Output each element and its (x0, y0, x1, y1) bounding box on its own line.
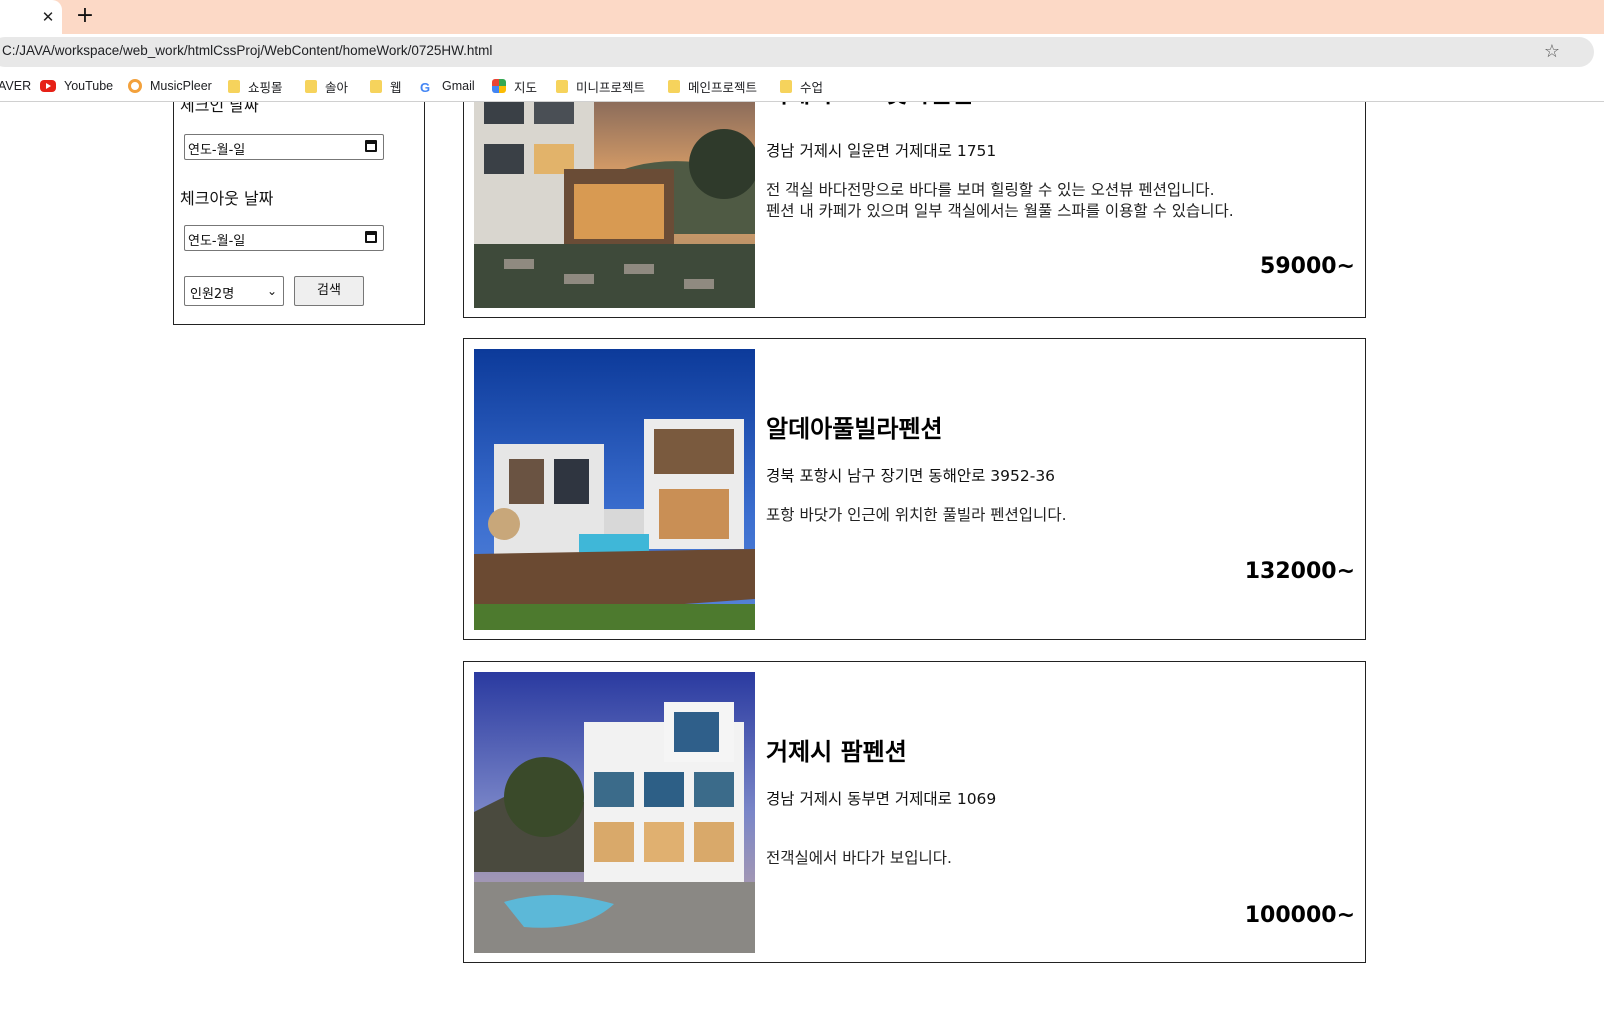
chevron-down-icon: ⌄ (266, 284, 277, 298)
listing-price: 100000~ (1244, 903, 1355, 928)
browser-toolbar: C:/JAVA/workspace/web_work/htmlCssProj/W… (0, 34, 1604, 70)
bookmark-mini-project[interactable]: 미니프로젝트 (556, 76, 645, 96)
checkin-date-value: 연도-월-일 (188, 143, 246, 158)
listing-description: 포항 바닷가 인근에 위치한 풀빌라 펜션입니다. (766, 505, 1067, 526)
checkout-label: 체크아웃 날짜 (180, 189, 274, 208)
pension-photo[interactable] (474, 349, 755, 630)
google-icon: G (420, 79, 431, 95)
bookmark-label: 쇼핑몰 (248, 80, 283, 95)
bookmark-web[interactable]: 웹 (370, 76, 402, 96)
listing-address: 경북 포항시 남구 장기면 동해안로 3952-36 (766, 467, 1056, 485)
listing-address: 경남 거제시 일운면 거제대로 1751 (766, 142, 997, 160)
bookmark-label: MusicPleer (150, 79, 212, 93)
listing-description: 전 객실 바다전망으로 바다를 보며 힐링할 수 있는 오션뷰 펜션입니다. 펜… (766, 180, 1234, 222)
listing-price: 132000~ (1244, 559, 1355, 584)
folder-icon (370, 79, 382, 93)
listing-card[interactable]: 알데아풀빌라펜션 경북 포항시 남구 장기면 동해안로 3952-36 포항 바… (463, 338, 1366, 640)
listing-description: 전객실에서 바다가 보입니다. (766, 848, 952, 869)
active-tab[interactable]: ✕ (0, 0, 62, 34)
folder-icon (228, 79, 240, 93)
checkout-date-input[interactable]: 연도-월-일 (184, 225, 384, 251)
calendar-icon[interactable] (365, 231, 377, 243)
pension-photo[interactable] (474, 672, 755, 953)
bookmarks-bar: AVER YouTube MusicPleer 쇼핑몰 솔아 웹 G Gmail… (0, 70, 1604, 102)
description-line: 전객실에서 바다가 보입니다. (766, 849, 952, 867)
bookmark-naver[interactable]: AVER (0, 76, 31, 96)
url-text[interactable]: C:/JAVA/workspace/web_work/htmlCssProj/W… (2, 43, 492, 58)
checkin-date-input[interactable]: 연도-월-일 (184, 134, 384, 160)
listing-card[interactable]: 거제시 포르젯시펜션 경남 거제시 일운면 거제대로 1751 전 객실 바다전… (463, 74, 1366, 318)
description-line: 포항 바닷가 인근에 위치한 풀빌라 펜션입니다. (766, 506, 1067, 524)
pension-photo-image (474, 349, 755, 630)
new-tab-button[interactable]: + (73, 5, 97, 29)
search-button[interactable]: 검색 (294, 276, 364, 306)
bookmark-class[interactable]: 수업 (780, 76, 823, 96)
calendar-icon[interactable] (365, 140, 377, 152)
bookmark-main-project[interactable]: 메인프로젝트 (668, 76, 757, 96)
tab-strip: ✕ + (0, 0, 1604, 34)
pension-photo-image (474, 672, 755, 953)
listing-title[interactable]: 알데아풀빌라펜션 (766, 409, 943, 444)
bookmark-sola[interactable]: 솔아 (305, 76, 348, 96)
pension-photo-image (474, 74, 755, 308)
bookmark-label: 웹 (390, 80, 402, 95)
listing-card[interactable]: 거제시 팜펜션 경남 거제시 동부면 거제대로 1069 전객실에서 바다가 보… (463, 661, 1366, 963)
folder-icon (780, 79, 792, 93)
bookmark-youtube[interactable]: YouTube (40, 76, 113, 96)
search-panel: 체크인 날짜 연도-월-일 체크아웃 날짜 연도-월-일 인원2명 ⌄ 검색 (173, 82, 425, 325)
description-line: 펜션 내 카페가 있으며 일부 객실에서는 월풀 스파를 이용할 수 있습니다. (766, 202, 1234, 220)
youtube-icon (40, 80, 56, 92)
bookmark-shopping[interactable]: 쇼핑몰 (228, 76, 283, 96)
bookmark-star-icon[interactable]: ☆ (1544, 41, 1560, 62)
folder-icon (556, 79, 568, 93)
bookmark-label: Gmail (442, 79, 475, 93)
listing-title[interactable]: 거제시 팜펜션 (766, 732, 907, 767)
close-tab-icon[interactable]: ✕ (38, 7, 58, 27)
bookmark-label: 솔아 (325, 80, 349, 95)
listing-price: 59000~ (1260, 254, 1355, 279)
folder-icon (668, 79, 680, 93)
bookmark-label: 미니프로젝트 (576, 80, 646, 95)
bookmark-label: 지도 (514, 80, 538, 95)
folder-icon (305, 79, 317, 93)
maps-icon (492, 79, 506, 93)
musicpleer-icon (128, 79, 142, 93)
bookmark-label: YouTube (64, 79, 114, 93)
description-line: 전 객실 바다전망으로 바다를 보며 힐링할 수 있는 오션뷰 펜션입니다. (766, 181, 1215, 199)
bookmark-label: AVER (0, 79, 32, 93)
bookmark-label: 메인프로젝트 (688, 80, 758, 95)
checkout-date-value: 연도-월-일 (188, 234, 246, 249)
address-bar[interactable]: C:/JAVA/workspace/web_work/htmlCssProj/W… (0, 37, 1594, 67)
guests-select[interactable]: 인원2명 ⌄ (184, 276, 284, 306)
bookmark-maps[interactable]: 지도 (492, 76, 537, 96)
listing-address: 경남 거제시 동부면 거제대로 1069 (766, 790, 997, 808)
pension-photo[interactable] (474, 74, 755, 308)
guests-selected-value: 인원2명 (190, 287, 235, 302)
bookmark-gmail[interactable]: G Gmail (420, 76, 475, 96)
bookmark-label: 수업 (800, 80, 824, 95)
bookmark-musicpleer[interactable]: MusicPleer (128, 76, 212, 96)
